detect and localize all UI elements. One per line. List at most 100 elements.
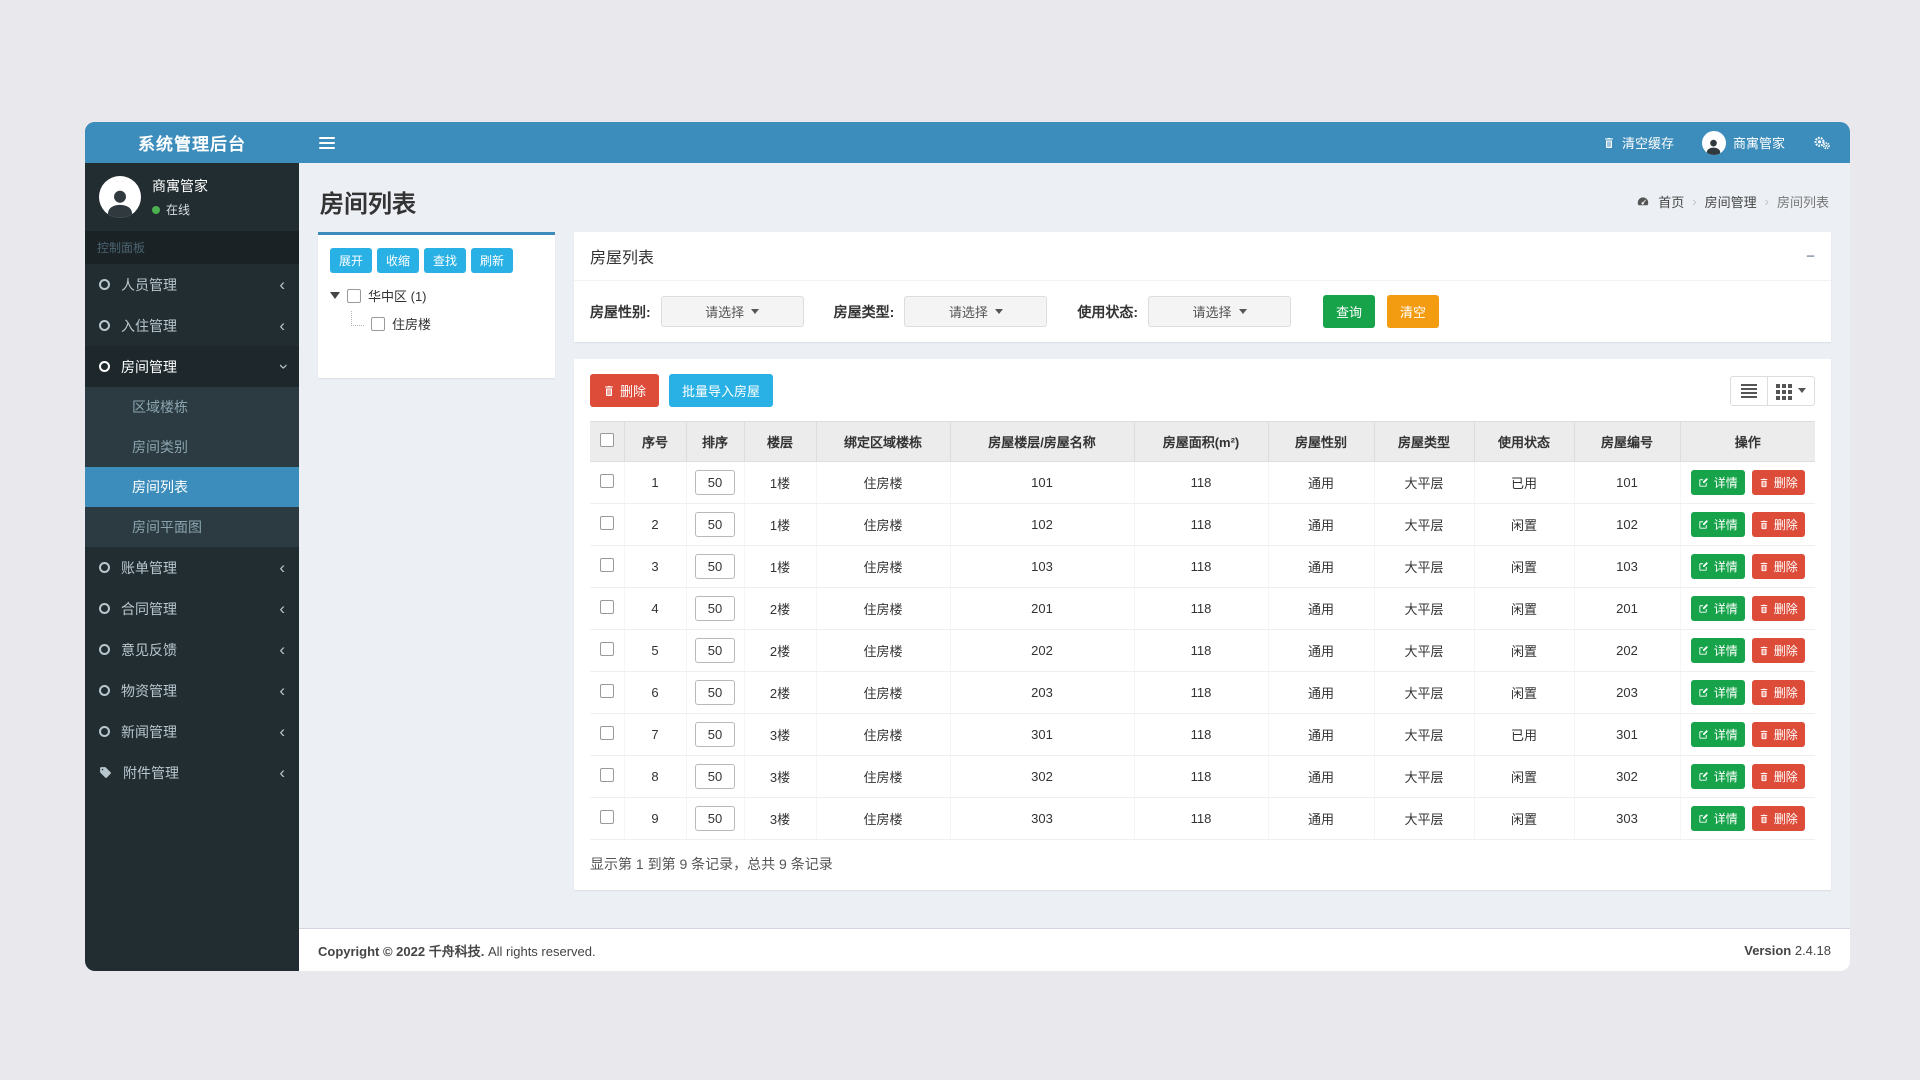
sidebar-item-contract-mgmt[interactable]: 合同管理 ‹ xyxy=(85,588,299,629)
cell-floor: 1楼 xyxy=(744,504,816,546)
room-table-panel: 删除 批量导入房屋 xyxy=(574,359,1831,890)
cell-seq: 7 xyxy=(624,714,686,756)
tree-collapse-button[interactable]: 收缩 xyxy=(377,248,419,273)
detail-button[interactable]: 详情 xyxy=(1691,512,1745,537)
submenu-area-building[interactable]: 区域楼栋 xyxy=(85,387,299,427)
area-tree: 华中区 (1) 住房楼 xyxy=(330,286,543,333)
columns-button[interactable] xyxy=(1768,376,1815,406)
sort-input[interactable] xyxy=(695,554,735,579)
toggle-view-button[interactable] xyxy=(1730,376,1768,406)
submenu-room-list[interactable]: 房间列表 xyxy=(85,467,299,507)
reset-button[interactable]: 清空 xyxy=(1387,295,1439,328)
detail-button[interactable]: 详情 xyxy=(1691,638,1745,663)
clear-cache-button[interactable]: 清空缓存 xyxy=(1603,133,1674,152)
sidebar-item-room-mgmt[interactable]: 房间管理 ‹ xyxy=(85,346,299,387)
row-delete-button[interactable]: 删除 xyxy=(1752,638,1805,663)
row-checkbox[interactable] xyxy=(600,474,614,488)
tree-caret-icon[interactable] xyxy=(330,292,340,299)
settings-button[interactable] xyxy=(1813,135,1830,150)
sort-input[interactable] xyxy=(695,764,735,789)
detail-button[interactable]: 详情 xyxy=(1691,596,1745,621)
detail-button[interactable]: 详情 xyxy=(1691,806,1745,831)
panel-collapse-icon[interactable]: − xyxy=(1806,249,1815,264)
chevron-left-icon: ‹ xyxy=(279,723,285,740)
cell-building: 住房楼 xyxy=(816,798,950,840)
sort-input[interactable] xyxy=(695,470,735,495)
tree-node-root[interactable]: 华中区 (1) xyxy=(330,286,543,305)
version-number: 2.4.18 xyxy=(1795,943,1831,958)
cell-type: 大平层 xyxy=(1374,756,1474,798)
sort-input[interactable] xyxy=(695,638,735,663)
sidebar-toggle-icon[interactable] xyxy=(319,137,335,149)
row-checkbox[interactable] xyxy=(600,810,614,824)
brand[interactable]: 系统管理后台 xyxy=(85,122,299,163)
sidebar-item-news-mgmt[interactable]: 新闻管理 ‹ xyxy=(85,711,299,752)
sort-input[interactable] xyxy=(695,596,735,621)
row-delete-button[interactable]: 删除 xyxy=(1752,764,1805,789)
row-delete-label: 删除 xyxy=(1774,684,1798,701)
sidebar-item-bill-mgmt[interactable]: 账单管理 ‹ xyxy=(85,547,299,588)
row-delete-button[interactable]: 删除 xyxy=(1752,512,1805,537)
status-select[interactable]: 请选择 xyxy=(1148,296,1291,327)
row-delete-button[interactable]: 删除 xyxy=(1752,596,1805,621)
detail-button[interactable]: 详情 xyxy=(1691,764,1745,789)
table-row: 6 2楼 住房楼 203 118 通用 大平层 闲置 xyxy=(590,672,1815,714)
cell-area: 118 xyxy=(1134,672,1268,714)
breadcrumb-home[interactable]: 首页 xyxy=(1658,192,1684,211)
edit-icon xyxy=(1698,771,1709,782)
cell-type: 大平层 xyxy=(1374,672,1474,714)
tree-child-checkbox[interactable] xyxy=(371,317,385,331)
tree-child-label[interactable]: 住房楼 xyxy=(392,314,431,333)
tree-root-checkbox[interactable] xyxy=(347,289,361,303)
sidebar-item-attachment-mgmt[interactable]: 附件管理 ‹ xyxy=(85,752,299,793)
sidebar-item-personnel-mgmt[interactable]: 人员管理 ‹ xyxy=(85,264,299,305)
row-checkbox[interactable] xyxy=(600,768,614,782)
cell-code: 101 xyxy=(1574,462,1680,504)
row-delete-button[interactable]: 删除 xyxy=(1752,722,1805,747)
sort-input[interactable] xyxy=(695,722,735,747)
sidebar-item-material-mgmt[interactable]: 物资管理 ‹ xyxy=(85,670,299,711)
cell-seq: 2 xyxy=(624,504,686,546)
bulk-delete-button[interactable]: 删除 xyxy=(590,374,659,407)
detail-button[interactable]: 详情 xyxy=(1691,470,1745,495)
row-delete-button[interactable]: 删除 xyxy=(1752,806,1805,831)
row-checkbox[interactable] xyxy=(600,642,614,656)
gender-select[interactable]: 请选择 xyxy=(661,296,804,327)
search-button[interactable]: 查询 xyxy=(1323,295,1375,328)
tree-root-label[interactable]: 华中区 (1) xyxy=(368,286,427,305)
submenu-room-category[interactable]: 房间类别 xyxy=(85,427,299,467)
cell-name: 203 xyxy=(950,672,1134,714)
tree-refresh-button[interactable]: 刷新 xyxy=(471,248,513,273)
cell-area: 118 xyxy=(1134,588,1268,630)
tree-find-button[interactable]: 查找 xyxy=(424,248,466,273)
cell-seq: 4 xyxy=(624,588,686,630)
tree-node-child[interactable]: 住房楼 xyxy=(351,314,543,333)
sort-input[interactable] xyxy=(695,680,735,705)
detail-button[interactable]: 详情 xyxy=(1691,554,1745,579)
sidebar-item-feedback[interactable]: 意见反馈 ‹ xyxy=(85,629,299,670)
select-all-checkbox[interactable] xyxy=(600,433,614,447)
row-delete-button[interactable]: 删除 xyxy=(1752,470,1805,495)
edit-icon xyxy=(1698,687,1709,698)
sidebar-item-label: 账单管理 xyxy=(121,558,177,578)
row-checkbox[interactable] xyxy=(600,600,614,614)
sidebar-item-checkin-mgmt[interactable]: 入住管理 ‹ xyxy=(85,305,299,346)
row-checkbox[interactable] xyxy=(600,684,614,698)
detail-button[interactable]: 详情 xyxy=(1691,722,1745,747)
sort-input[interactable] xyxy=(695,806,735,831)
user-menu[interactable]: 商寓管家 xyxy=(1702,131,1785,155)
batch-import-button[interactable]: 批量导入房屋 xyxy=(669,374,773,407)
submenu-room-floorplan[interactable]: 房间平面图 xyxy=(85,507,299,547)
row-checkbox[interactable] xyxy=(600,516,614,530)
row-delete-button[interactable]: 删除 xyxy=(1752,680,1805,705)
breadcrumb-parent[interactable]: 房间管理 xyxy=(1705,192,1757,211)
tree-expand-button[interactable]: 展开 xyxy=(330,248,372,273)
row-checkbox[interactable] xyxy=(600,558,614,572)
user-panel: 商寓管家 在线 xyxy=(85,163,299,231)
detail-button[interactable]: 详情 xyxy=(1691,680,1745,705)
row-checkbox[interactable] xyxy=(600,726,614,740)
row-delete-button[interactable]: 删除 xyxy=(1752,554,1805,579)
house-list-panel: 房屋列表 − 房屋性别: 请选择 xyxy=(574,232,1831,342)
type-select[interactable]: 请选择 xyxy=(904,296,1047,327)
sort-input[interactable] xyxy=(695,512,735,537)
